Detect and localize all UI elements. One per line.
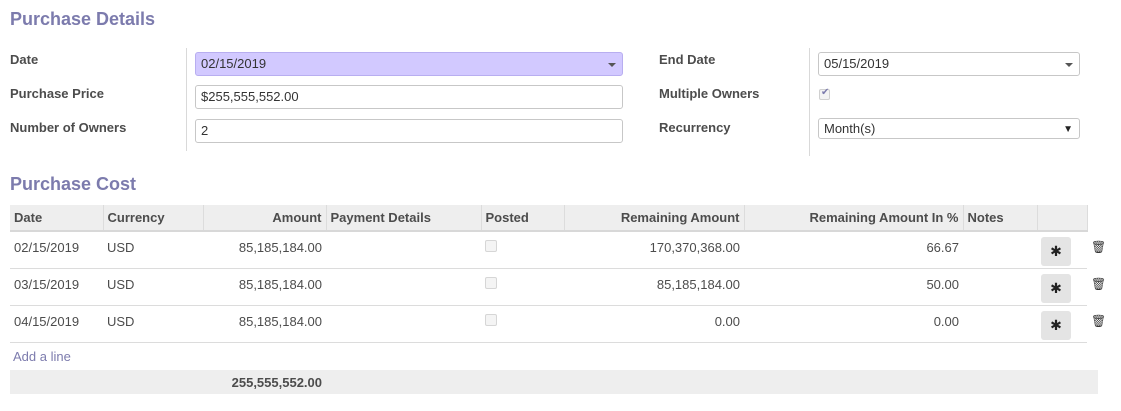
purchase-price-field[interactable]: $255,555,552.00 bbox=[195, 85, 623, 109]
purchase-price-label: Purchase Price bbox=[10, 86, 104, 101]
cell-remaining-percent: 50.00 bbox=[744, 268, 963, 306]
caret-down-icon bbox=[608, 63, 616, 67]
date-label: Date bbox=[10, 52, 39, 67]
purchase-details-title: Purchase Details bbox=[10, 9, 156, 29]
multiple-owners-checkbox[interactable]: ✔ bbox=[819, 87, 830, 100]
table-row[interactable]: 03/15/2019 USD 85,185,184.00 85,185,184.… bbox=[10, 268, 1116, 306]
cell-remaining-amount: 0.00 bbox=[564, 305, 744, 343]
cell-posted bbox=[481, 268, 564, 306]
posted-checkbox[interactable] bbox=[485, 276, 497, 289]
cell-posted bbox=[481, 305, 564, 343]
total-amount: 255,555,552.00 bbox=[231, 375, 322, 390]
table-row[interactable]: 04/15/2019 USD 85,185,184.00 0.00 0.00 ✱… bbox=[10, 305, 1116, 343]
cell-notes bbox=[963, 305, 1037, 343]
number-of-owners-label: Number of Owners bbox=[10, 120, 127, 135]
trash-icon[interactable]: 🗑 bbox=[1091, 277, 1106, 291]
column-header-notes[interactable]: Notes bbox=[963, 205, 1038, 232]
gear-icon: ✱ bbox=[1050, 243, 1062, 259]
date-value: 02/15/2019 bbox=[201, 56, 267, 71]
cell-delete: 🗑 bbox=[1087, 231, 1116, 268]
gear-icon: ✱ bbox=[1050, 316, 1062, 333]
date-field[interactable]: 02/15/2019 bbox=[195, 52, 623, 76]
cell-actions: ✱ bbox=[1037, 305, 1087, 343]
cell-currency: USD bbox=[103, 268, 203, 306]
number-of-owners-value: 2 bbox=[201, 123, 209, 138]
trash-icon[interactable]: 🗑 bbox=[1091, 240, 1106, 254]
cell-delete: 🗑 bbox=[1087, 268, 1116, 305]
recurrency-select[interactable]: Month(s) ▼ bbox=[818, 118, 1080, 139]
column-header-payment-details[interactable]: Payment Details bbox=[326, 205, 482, 232]
column-header-currency[interactable]: Currency bbox=[103, 205, 204, 232]
cell-notes bbox=[963, 268, 1037, 306]
cell-remaining-amount: 85,185,184.00 bbox=[564, 268, 744, 306]
column-divider-right bbox=[809, 48, 810, 156]
column-divider-left bbox=[186, 48, 187, 151]
checkmark-icon: ✔ bbox=[821, 87, 830, 98]
column-header-actions bbox=[1037, 205, 1088, 232]
gear-icon: ✱ bbox=[1050, 279, 1062, 296]
table-row[interactable]: 02/15/2019 USD 85,185,184.00 170,370,368… bbox=[10, 231, 1116, 269]
column-header-date[interactable]: Date bbox=[10, 205, 104, 232]
end-date-field[interactable]: 05/15/2019 bbox=[818, 52, 1080, 76]
column-header-remaining-amount[interactable]: Remaining Amount bbox=[564, 205, 745, 232]
table-footer: 255,555,552.00 bbox=[10, 370, 1098, 394]
posted-checkbox[interactable] bbox=[485, 240, 497, 252]
cell-date: 04/15/2019 bbox=[10, 305, 103, 343]
table-header-row: Date Currency Amount Payment Details Pos… bbox=[10, 205, 1116, 232]
caret-down-icon bbox=[1065, 63, 1073, 67]
recurrency-value: Month(s) bbox=[824, 121, 876, 136]
cell-currency: USD bbox=[103, 305, 203, 343]
gear-button[interactable]: ✱ bbox=[1041, 237, 1071, 266]
purchase-cost-table: Date Currency Amount Payment Details Pos… bbox=[10, 205, 1116, 343]
trash-icon[interactable]: 🗑 bbox=[1091, 314, 1106, 328]
purchase-cost-title: Purchase Cost bbox=[10, 174, 137, 194]
cell-remaining-percent: 66.67 bbox=[744, 231, 963, 269]
cell-date: 02/15/2019 bbox=[10, 231, 103, 269]
purchase-price-value: $255,555,552.00 bbox=[201, 89, 299, 104]
cell-currency: USD bbox=[103, 231, 203, 269]
cell-amount: 85,185,184.00 bbox=[203, 305, 326, 343]
cell-payment-details bbox=[326, 305, 481, 343]
gear-button[interactable]: ✱ bbox=[1041, 273, 1071, 303]
cell-remaining-amount: 170,370,368.00 bbox=[564, 231, 744, 269]
cell-amount: 85,185,184.00 bbox=[203, 268, 326, 306]
cell-payment-details bbox=[326, 231, 481, 269]
cell-posted bbox=[481, 231, 564, 269]
cell-notes bbox=[963, 231, 1037, 269]
column-header-delete bbox=[1087, 205, 1116, 231]
add-line-link[interactable]: Add a line bbox=[13, 349, 71, 364]
multiple-owners-label: Multiple Owners bbox=[659, 86, 760, 101]
posted-checkbox[interactable] bbox=[485, 313, 497, 326]
end-date-value: 05/15/2019 bbox=[824, 56, 890, 71]
cell-date: 03/15/2019 bbox=[10, 268, 103, 306]
cell-delete: 🗑 bbox=[1087, 305, 1116, 342]
cell-actions: ✱ bbox=[1037, 231, 1087, 269]
number-of-owners-field[interactable]: 2 bbox=[195, 119, 623, 143]
caret-down-icon: ▼ bbox=[1063, 124, 1073, 135]
end-date-label: End Date bbox=[659, 52, 716, 67]
column-header-remaining-percent[interactable]: Remaining Amount In % bbox=[744, 205, 964, 232]
column-header-posted[interactable]: Posted bbox=[481, 205, 565, 232]
cell-remaining-percent: 0.00 bbox=[744, 305, 963, 343]
recurrency-label: Recurrency bbox=[659, 120, 731, 135]
column-header-amount[interactable]: Amount bbox=[203, 205, 327, 232]
gear-button[interactable]: ✱ bbox=[1041, 310, 1071, 340]
cell-payment-details bbox=[326, 268, 481, 306]
cell-actions: ✱ bbox=[1037, 268, 1087, 306]
cell-amount: 85,185,184.00 bbox=[203, 231, 326, 269]
